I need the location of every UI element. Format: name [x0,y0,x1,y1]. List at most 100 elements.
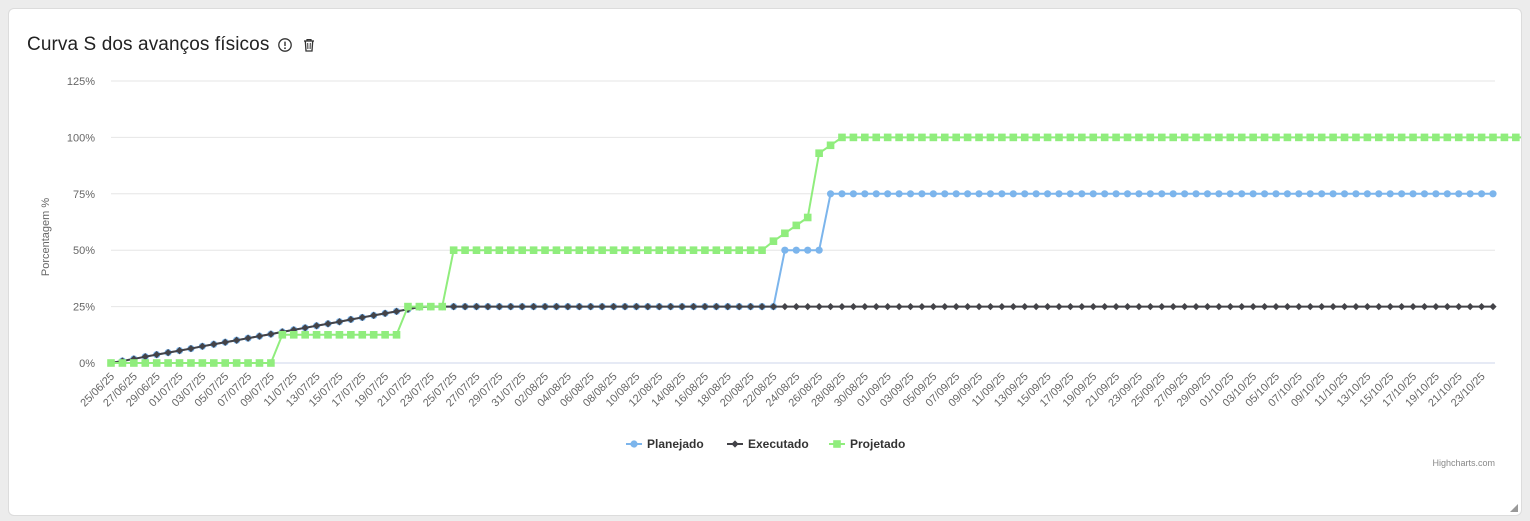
data-point[interactable] [884,190,892,198]
data-point[interactable] [1158,303,1166,311]
data-point[interactable] [1135,303,1143,311]
data-point[interactable] [895,133,903,142]
data-point[interactable] [769,237,778,245]
data-point[interactable] [1489,133,1497,142]
data-point[interactable] [1260,190,1269,198]
data-point[interactable] [1066,190,1075,198]
data-point[interactable] [1420,190,1429,198]
data-point[interactable] [952,190,960,198]
data-point[interactable] [1181,303,1189,311]
data-point[interactable] [803,213,812,222]
data-point[interactable] [849,303,857,311]
data-point[interactable] [1272,133,1280,142]
data-point[interactable] [1363,133,1372,142]
data-point[interactable] [1352,133,1360,142]
data-point[interactable] [1215,190,1223,198]
data-point[interactable] [506,246,515,254]
legend-label[interactable]: Projetado [850,437,905,451]
data-point[interactable] [952,303,960,311]
highcharts-credits[interactable]: Highcharts.com [1432,458,1495,468]
data-point[interactable] [838,133,846,142]
data-point[interactable] [1317,133,1326,142]
data-point[interactable] [541,246,549,254]
data-point[interactable] [1432,190,1440,198]
data-point[interactable] [130,359,138,367]
data-point[interactable] [1226,133,1235,142]
data-point[interactable] [1203,133,1212,142]
data-point[interactable] [1135,133,1143,142]
data-point[interactable] [1078,190,1086,198]
data-point[interactable] [564,246,572,254]
data-point[interactable] [1123,303,1132,311]
data-point[interactable] [1466,190,1474,198]
data-point[interactable] [1455,190,1463,198]
data-point[interactable] [289,331,298,339]
data-point[interactable] [1329,133,1337,142]
data-point[interactable] [1203,303,1212,311]
data-point[interactable] [1409,190,1417,198]
data-point[interactable] [975,133,983,142]
data-point[interactable] [1215,303,1223,311]
data-point[interactable] [1032,303,1040,311]
data-point[interactable] [267,359,275,367]
data-point[interactable] [758,246,766,254]
data-point[interactable] [1386,190,1394,198]
data-point[interactable] [198,359,207,367]
data-point[interactable] [781,246,789,254]
data-point[interactable] [1078,133,1086,142]
data-point[interactable] [884,303,892,311]
data-point[interactable] [1249,303,1257,311]
data-point[interactable] [381,331,389,339]
data-point[interactable] [1489,303,1497,311]
data-point[interactable] [975,303,983,311]
data-point[interactable] [941,303,949,311]
data-point[interactable] [1169,133,1177,142]
data-point[interactable] [1260,133,1269,142]
data-point[interactable] [1135,190,1143,198]
data-point[interactable] [964,303,972,311]
data-point[interactable] [906,303,915,311]
data-point[interactable] [461,246,469,254]
data-point[interactable] [1295,133,1303,142]
data-point[interactable] [906,190,915,198]
data-point[interactable] [1043,133,1052,142]
data-point[interactable] [781,229,789,238]
data-point[interactable] [655,246,664,254]
data-point[interactable] [792,221,801,230]
data-point[interactable] [1398,190,1406,198]
data-point[interactable] [1238,303,1246,311]
data-point[interactable] [404,302,412,311]
data-point[interactable] [1466,133,1474,142]
data-point[interactable] [415,302,424,311]
data-point[interactable] [1238,190,1246,198]
data-point[interactable] [1443,190,1451,198]
data-point[interactable] [335,331,344,339]
data-point[interactable] [1398,303,1406,311]
data-point[interactable] [1146,190,1154,198]
data-point[interactable] [883,133,892,142]
data-point[interactable] [1477,303,1486,311]
data-point[interactable] [1146,133,1155,142]
data-point[interactable] [792,303,800,311]
data-point[interactable] [712,246,721,254]
data-point[interactable] [1032,133,1040,142]
data-point[interactable] [781,303,789,311]
data-point[interactable] [495,246,504,254]
data-point[interactable] [678,246,686,254]
data-point[interactable] [1318,190,1326,198]
data-point[interactable] [1055,190,1063,198]
data-point[interactable] [1020,133,1029,142]
data-point[interactable] [838,190,846,198]
legend-item-executado[interactable]: Executado [727,437,809,451]
data-point[interactable] [1066,303,1075,311]
data-point[interactable] [1306,190,1314,198]
data-point[interactable] [152,359,161,367]
data-point[interactable] [1306,303,1314,311]
data-point[interactable] [815,303,823,311]
data-point[interactable] [952,133,960,142]
data-point[interactable] [324,331,332,339]
data-point[interactable] [1352,303,1360,311]
data-point[interactable] [1283,190,1292,198]
data-point[interactable] [1009,133,1018,142]
data-point[interactable] [1192,190,1200,198]
